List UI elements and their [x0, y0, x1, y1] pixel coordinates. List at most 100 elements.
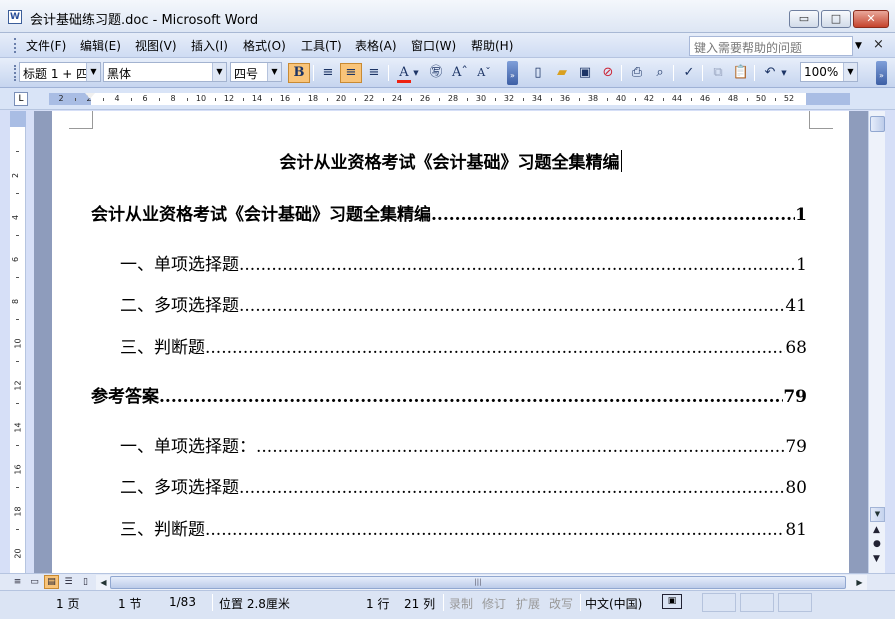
- ruler-number: 38: [587, 94, 599, 103]
- toolbar-grip[interactable]: [14, 65, 17, 81]
- status-separator: [212, 594, 213, 611]
- next-page-icon[interactable]: ▼: [873, 554, 880, 564]
- ruler-tick: [299, 98, 300, 101]
- status-overtype[interactable]: 改写: [549, 595, 573, 612]
- copy-icon[interactable]: ⧉: [707, 63, 729, 83]
- document-page[interactable]: 会计从业资格考试《会计基础》习题全集精编 会计从业资格考试《会计基础》习题全集精…: [52, 111, 849, 573]
- toc-entry[interactable]: 一、单项选择题： 79: [120, 432, 807, 457]
- minimize-button[interactable]: ▭: [789, 10, 819, 28]
- align-right-icon[interactable]: ≡: [363, 63, 385, 83]
- document-title[interactable]: 会计从业资格考试《会计基础》习题全集精编: [52, 148, 849, 173]
- ruler-tick: [243, 98, 244, 101]
- status-empty-panel: [740, 593, 774, 612]
- menubar-grip[interactable]: [14, 38, 17, 53]
- chevron-down-icon[interactable]: ▼: [267, 63, 281, 81]
- menu-insert[interactable]: 插入(I): [191, 37, 228, 54]
- status-language[interactable]: 中文(中国): [585, 595, 642, 612]
- zoom-combo[interactable]: 100% ▼: [800, 62, 858, 82]
- toc-entry[interactable]: 三、判断题 68: [120, 333, 807, 358]
- toc-entry[interactable]: 二、多项选择题 80: [120, 473, 807, 498]
- undo-icon[interactable]: ↶: [759, 63, 781, 83]
- toc-entry-page: 79: [783, 387, 807, 407]
- chevron-down-icon[interactable]: ▼: [411, 63, 421, 83]
- document-canvas[interactable]: 会计从业资格考试《会计基础》习题全集精编 会计从业资格考试《会计基础》习题全集精…: [34, 111, 868, 573]
- menu-tools[interactable]: 工具(T): [301, 37, 342, 54]
- status-track-changes[interactable]: 修订: [482, 595, 506, 612]
- scroll-down-arrow-icon[interactable]: ▼: [870, 507, 885, 522]
- status-record[interactable]: 录制: [449, 595, 473, 612]
- help-dropdown-icon[interactable]: ▼: [855, 41, 862, 51]
- first-line-indent-marker[interactable]: [85, 93, 95, 99]
- toc-entry[interactable]: 三、判断题 81: [120, 515, 807, 540]
- toc-entry[interactable]: 二、多项选择题 41: [120, 291, 807, 316]
- document-close-icon[interactable]: ×: [873, 37, 884, 52]
- scroll-right-arrow-icon[interactable]: ▶: [852, 575, 867, 590]
- close-button[interactable]: ✕: [853, 10, 889, 28]
- chevron-down-icon[interactable]: ▼: [86, 63, 100, 81]
- ruler-tick: [607, 98, 608, 101]
- paste-icon[interactable]: 📋: [730, 63, 752, 83]
- menu-format[interactable]: 格式(O): [243, 37, 286, 54]
- menu-edit[interactable]: 编辑(E): [80, 37, 121, 54]
- menu-window[interactable]: 窗口(W): [411, 37, 456, 54]
- menu-help[interactable]: 帮助(H): [471, 37, 513, 54]
- ruler-tick: [16, 193, 19, 194]
- ruler-tick: [16, 319, 19, 320]
- word-app-icon[interactable]: W: [8, 10, 22, 24]
- toc-entry[interactable]: 会计从业资格考试《会计基础》习题全集精编 1: [91, 200, 807, 225]
- print-preview-icon[interactable]: ⌕: [649, 63, 671, 83]
- status-extend[interactable]: 扩展: [516, 595, 540, 612]
- toolbar-overflow-icon[interactable]: »: [507, 61, 518, 85]
- toolbar-overflow-icon[interactable]: »: [876, 61, 887, 85]
- bold-button[interactable]: B: [288, 63, 310, 83]
- toc-entry-page: 41: [785, 296, 807, 316]
- horizontal-scrollbar[interactable]: ◀ ||| ▶: [96, 575, 867, 590]
- horizontal-ruler[interactable]: 2 2 4 6 8 10 12 14 16 18 20 22 24 26 28 30 32 34 36 38 40 42 4…: [49, 93, 850, 105]
- vertical-scrollbar[interactable]: ▼ ▲ ● ▼: [868, 111, 885, 573]
- web-layout-icon[interactable]: ▭: [27, 575, 42, 589]
- spelling-icon[interactable]: ✓: [678, 63, 700, 83]
- menu-table[interactable]: 表格(A): [355, 37, 397, 54]
- shrink-font-icon[interactable]: Aˇ: [473, 63, 495, 83]
- chevron-down-icon[interactable]: ▼: [779, 63, 789, 83]
- ruler-number: 28: [447, 94, 459, 103]
- toc-entry[interactable]: 参考答案 79: [91, 382, 807, 407]
- vertical-scroll-thumb[interactable]: [870, 116, 885, 132]
- reading-layout-icon[interactable]: ▯: [78, 575, 93, 589]
- font-combo[interactable]: 黑体 ▼: [103, 62, 227, 82]
- font-size-combo[interactable]: 四号 ▼: [230, 62, 282, 82]
- scroll-left-arrow-icon[interactable]: ◀: [96, 575, 111, 590]
- outline-view-icon[interactable]: ☰: [61, 575, 76, 589]
- phonetic-icon[interactable]: ㊢: [425, 63, 447, 83]
- horizontal-scroll-thumb[interactable]: |||: [110, 576, 846, 589]
- chevron-down-icon[interactable]: ▼: [212, 63, 226, 81]
- chevron-down-icon[interactable]: ▼: [843, 63, 857, 81]
- ruler-tick: [16, 487, 19, 488]
- tab-selector[interactable]: L: [14, 92, 28, 106]
- status-section: 1 节: [118, 597, 142, 611]
- open-icon[interactable]: ▰: [551, 63, 573, 83]
- browse-object-icon[interactable]: ●: [873, 539, 881, 549]
- maximize-button[interactable]: □: [821, 10, 851, 28]
- print-layout-icon[interactable]: ▤: [44, 575, 59, 589]
- ruler-number: 42: [643, 94, 655, 103]
- save-icon[interactable]: ▣: [574, 63, 596, 83]
- ruler-tick: [495, 98, 496, 101]
- grow-font-icon[interactable]: Aˆ: [449, 63, 471, 83]
- print-icon[interactable]: ⎙: [626, 63, 648, 83]
- new-doc-icon[interactable]: ▯: [527, 63, 549, 83]
- spelling-status-icon[interactable]: ▣: [662, 594, 682, 609]
- style-combo[interactable]: 标题 1 + 四 ▼: [19, 62, 101, 82]
- ruler-right-margin: [806, 93, 850, 105]
- vertical-ruler[interactable]: 2 4 6 8 10 12 14 16 18 20: [10, 111, 26, 573]
- align-justify-icon[interactable]: ≡: [317, 63, 339, 83]
- previous-page-icon[interactable]: ▲: [873, 525, 880, 535]
- toc-entry[interactable]: 一、单项选择题 1: [120, 250, 807, 275]
- menu-file[interactable]: 文件(F): [26, 37, 66, 54]
- ruler-tick: [75, 98, 76, 101]
- menu-view[interactable]: 视图(V): [135, 37, 177, 54]
- align-center-icon[interactable]: ≡: [340, 63, 362, 83]
- permission-icon[interactable]: ⊘: [597, 63, 619, 83]
- help-search-input[interactable]: 键入需要帮助的问题: [689, 36, 853, 56]
- normal-view-icon[interactable]: ≡: [10, 575, 25, 589]
